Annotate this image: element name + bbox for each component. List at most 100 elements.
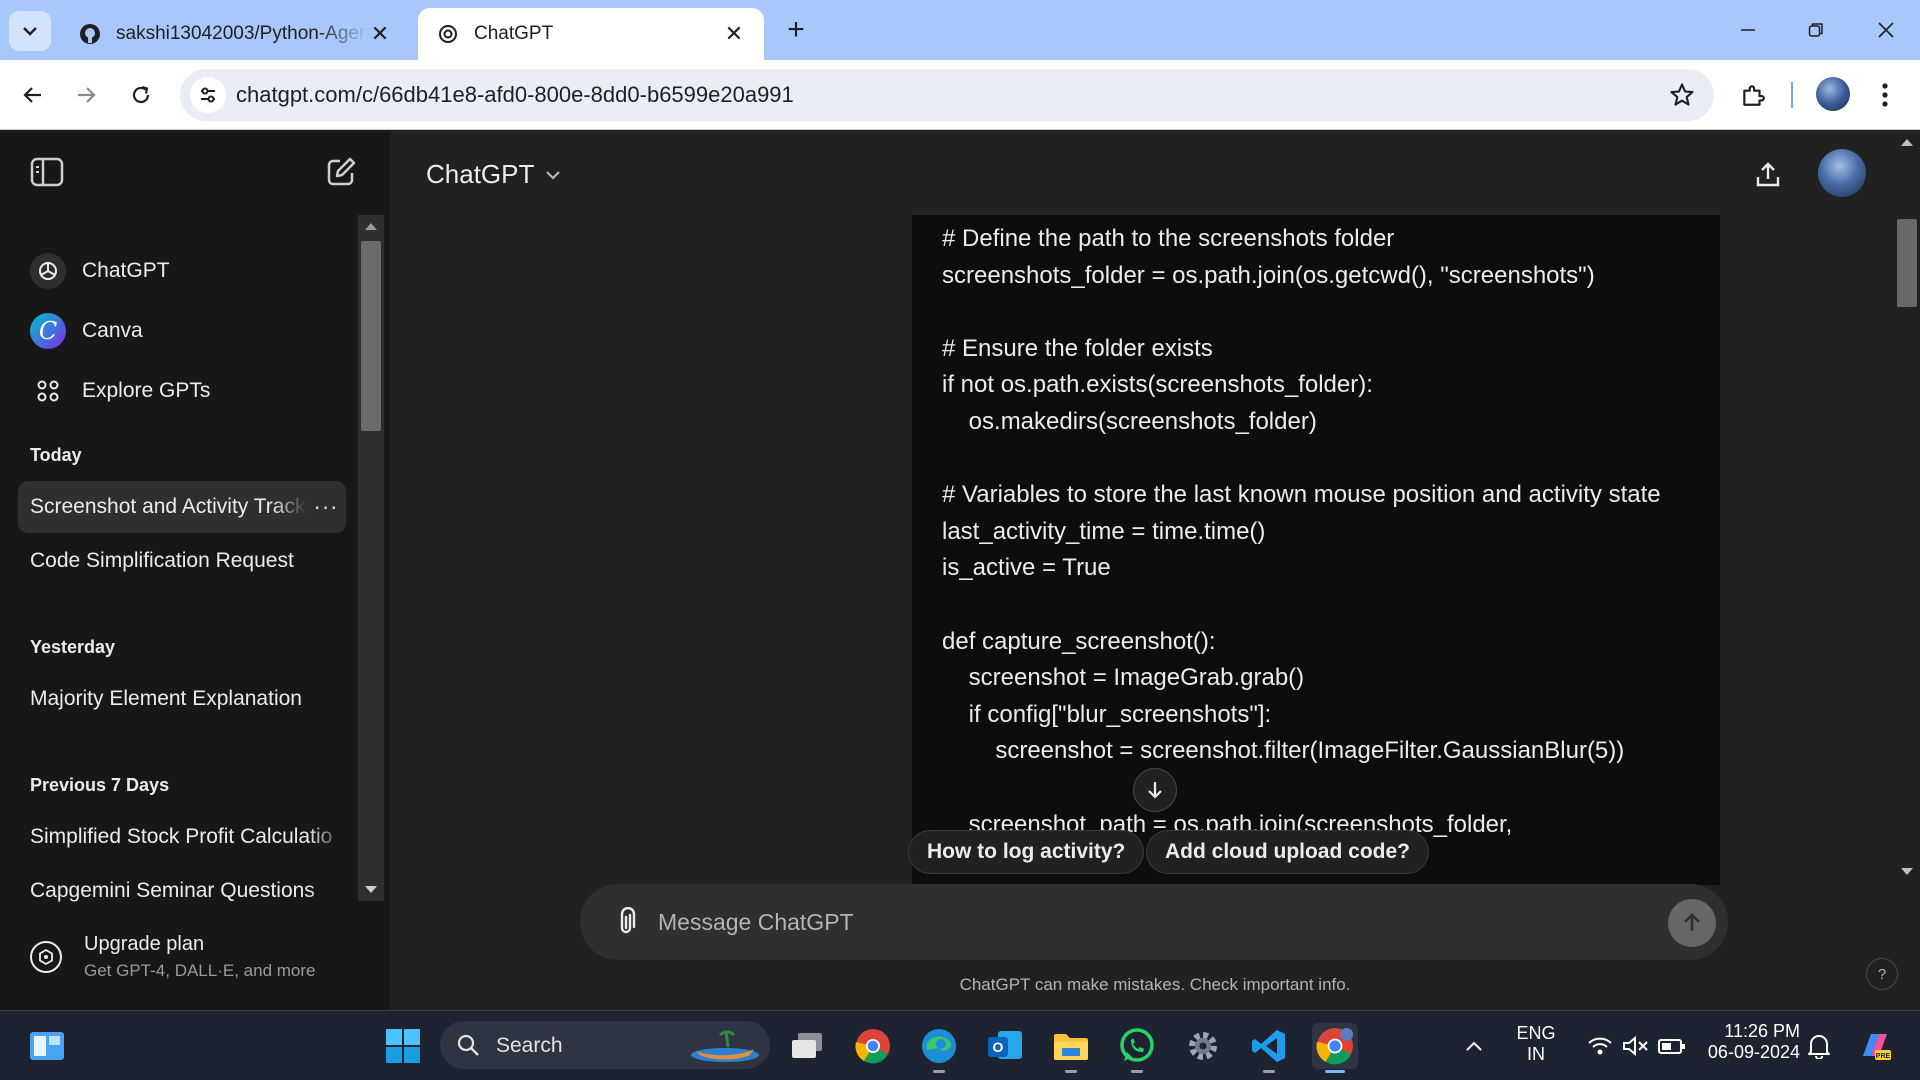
model-selector[interactable]: ChatGPT [426,159,562,190]
taskbar-whatsapp[interactable] [1114,1023,1160,1073]
section-title-today: Today [30,445,82,465]
restore-window-button[interactable] [1792,10,1840,50]
chat-sidebar: ChatGPT C Canva Explore GPTs Today Scree… [0,131,390,1010]
running-indicator [1263,1070,1275,1073]
copilot-button[interactable]: PRE [1852,1023,1898,1069]
volume-muted-icon [1623,1035,1648,1057]
close-tab-icon[interactable]: ✕ [722,21,746,46]
notifications-button[interactable] [1796,1023,1842,1069]
scroll-up-arrow-icon[interactable] [365,223,377,230]
taskbar-chrome-active[interactable] [1312,1023,1358,1073]
bell-icon [1808,1035,1830,1059]
code-line: if not os.path.exists(screenshots_folder… [942,371,1373,399]
new-tab-button[interactable]: + [780,13,812,46]
chat-history-item[interactable]: Majority Element Explanation [18,673,346,725]
tab-title: ChatGPT [474,23,554,44]
reload-button[interactable] [122,76,160,114]
minimize-window-button[interactable] [1724,10,1772,50]
start-button[interactable] [380,1023,426,1069]
sidebar-item-canva[interactable]: C Canva [18,305,348,357]
restore-icon [1808,23,1823,37]
user-avatar[interactable] [1818,149,1866,197]
scrollbar-thumb[interactable] [361,241,381,431]
close-tab-icon[interactable]: ✕ [368,21,392,46]
running-indicator [933,1070,945,1073]
new-chat-button[interactable] [322,153,360,191]
taskbar-edge[interactable] [916,1023,962,1073]
upgrade-icon [30,941,62,973]
upgrade-title: Upgrade plan [84,933,205,955]
code-line: def capture_screenshot(): [942,627,1216,655]
tab-search-button[interactable] [9,11,51,51]
taskbar-settings[interactable] [1180,1023,1226,1069]
code-line: if config["blur_screenshots"]: [942,700,1272,728]
language-code: ENG [1516,1023,1556,1043]
taskbar-vscode[interactable] [1246,1023,1292,1073]
puzzle-icon [1743,85,1765,106]
gear-icon [1189,1032,1217,1060]
scroll-down-arrow-icon[interactable] [1901,868,1913,875]
tab-title: sakshi13042003/Python-Agent- [116,23,368,44]
send-button[interactable] [1668,899,1716,947]
scroll-down-arrow-icon[interactable] [365,886,377,893]
clock[interactable]: 11:26 PM 06-09-2024 [1700,1021,1800,1063]
edit-icon [327,157,356,186]
chat-history-item[interactable]: Capgemini Seminar Questions [18,865,346,917]
sidebar-item-chatgpt[interactable]: ChatGPT [18,245,348,297]
extensions-button[interactable] [1736,78,1770,112]
arrow-left-icon [23,87,41,103]
windows-taskbar: O ENG IN 11:26 PM 06-09-2024 PRE [0,1010,1920,1080]
suggestion-chip[interactable]: How to log activity? [908,830,1145,874]
site-info-icon[interactable] [190,77,226,113]
input-language[interactable]: ENG IN [1510,1023,1562,1065]
taskbar-outlook[interactable]: O [982,1023,1028,1069]
search-highlight-art-icon [691,1030,759,1062]
forward-button[interactable] [67,76,105,114]
browser-tab-active[interactable]: ChatGPT ✕ [418,8,764,60]
browser-profile-avatar[interactable] [1816,77,1850,111]
browser-tab[interactable]: sakshi13042003/Python-Agent- ✕ [60,8,410,60]
taskbar-file-explorer[interactable] [1048,1023,1094,1073]
chat-title: Screenshot and Activity Track [30,495,306,518]
chat-history-item[interactable]: Code Simplification Request [18,535,346,587]
close-window-button[interactable] [1862,10,1910,50]
svg-text:PRE: PRE [1876,1053,1891,1060]
attach-file-button[interactable] [608,904,644,940]
network-volume-battery[interactable] [1572,1023,1702,1069]
back-button[interactable] [14,76,52,114]
url-text[interactable]: chatgpt.com/c/66db41e8-afd0-800e-8dd0-b6… [236,82,794,108]
sidebar-scrollbar[interactable] [358,215,384,901]
chevron-down-icon [546,170,561,180]
main-scrollbar[interactable] [1894,131,1920,883]
chat-title: Code Simplification Request [30,549,294,572]
scroll-to-bottom-button[interactable] [1133,768,1177,812]
battery-icon [1658,1039,1685,1054]
share-button[interactable] [1748,155,1788,195]
sidebar-item-label: ChatGPT [82,259,170,282]
taskbar-task-view[interactable] [784,1023,830,1069]
help-button[interactable]: ? [1866,958,1898,990]
toggle-sidebar-button[interactable] [28,153,66,191]
scroll-up-arrow-icon[interactable] [1901,139,1913,146]
disclaimer-text: ChatGPT can make mistakes. Check importa… [959,975,1351,994]
chat-options-icon[interactable]: ··· [306,494,346,520]
browser-menu-button[interactable] [1868,78,1902,112]
sidebar-item-explore-gpts[interactable]: Explore GPTs [18,365,348,417]
chat-history-item[interactable]: Screenshot and Activity Track ··· [18,481,346,533]
bookmark-star-icon[interactable] [1668,81,1696,109]
address-bar[interactable]: chatgpt.com/c/66db41e8-afd0-800e-8dd0-b6… [180,69,1714,121]
sidebar-item-label: Explore GPTs [82,379,211,402]
widgets-icon [30,1032,64,1060]
show-hidden-icons-button[interactable] [1454,1023,1494,1069]
scrollbar-thumb[interactable] [1897,219,1917,307]
widgets-button[interactable] [24,1023,70,1069]
chat-history-item[interactable]: Simplified Stock Profit Calculatio [18,811,346,863]
taskbar-search[interactable]: Search [440,1021,770,1069]
suggestion-chip[interactable]: Add cloud upload code? [1146,830,1429,874]
chevron-up-icon [1466,1041,1482,1051]
search-label: Search [496,1034,563,1057]
code-line: screenshot = ImageGrab.grab() [942,664,1305,692]
message-input[interactable] [658,902,1558,942]
taskbar-chrome[interactable] [850,1023,896,1069]
code-line: last_activity_time = time.time() [942,517,1266,545]
